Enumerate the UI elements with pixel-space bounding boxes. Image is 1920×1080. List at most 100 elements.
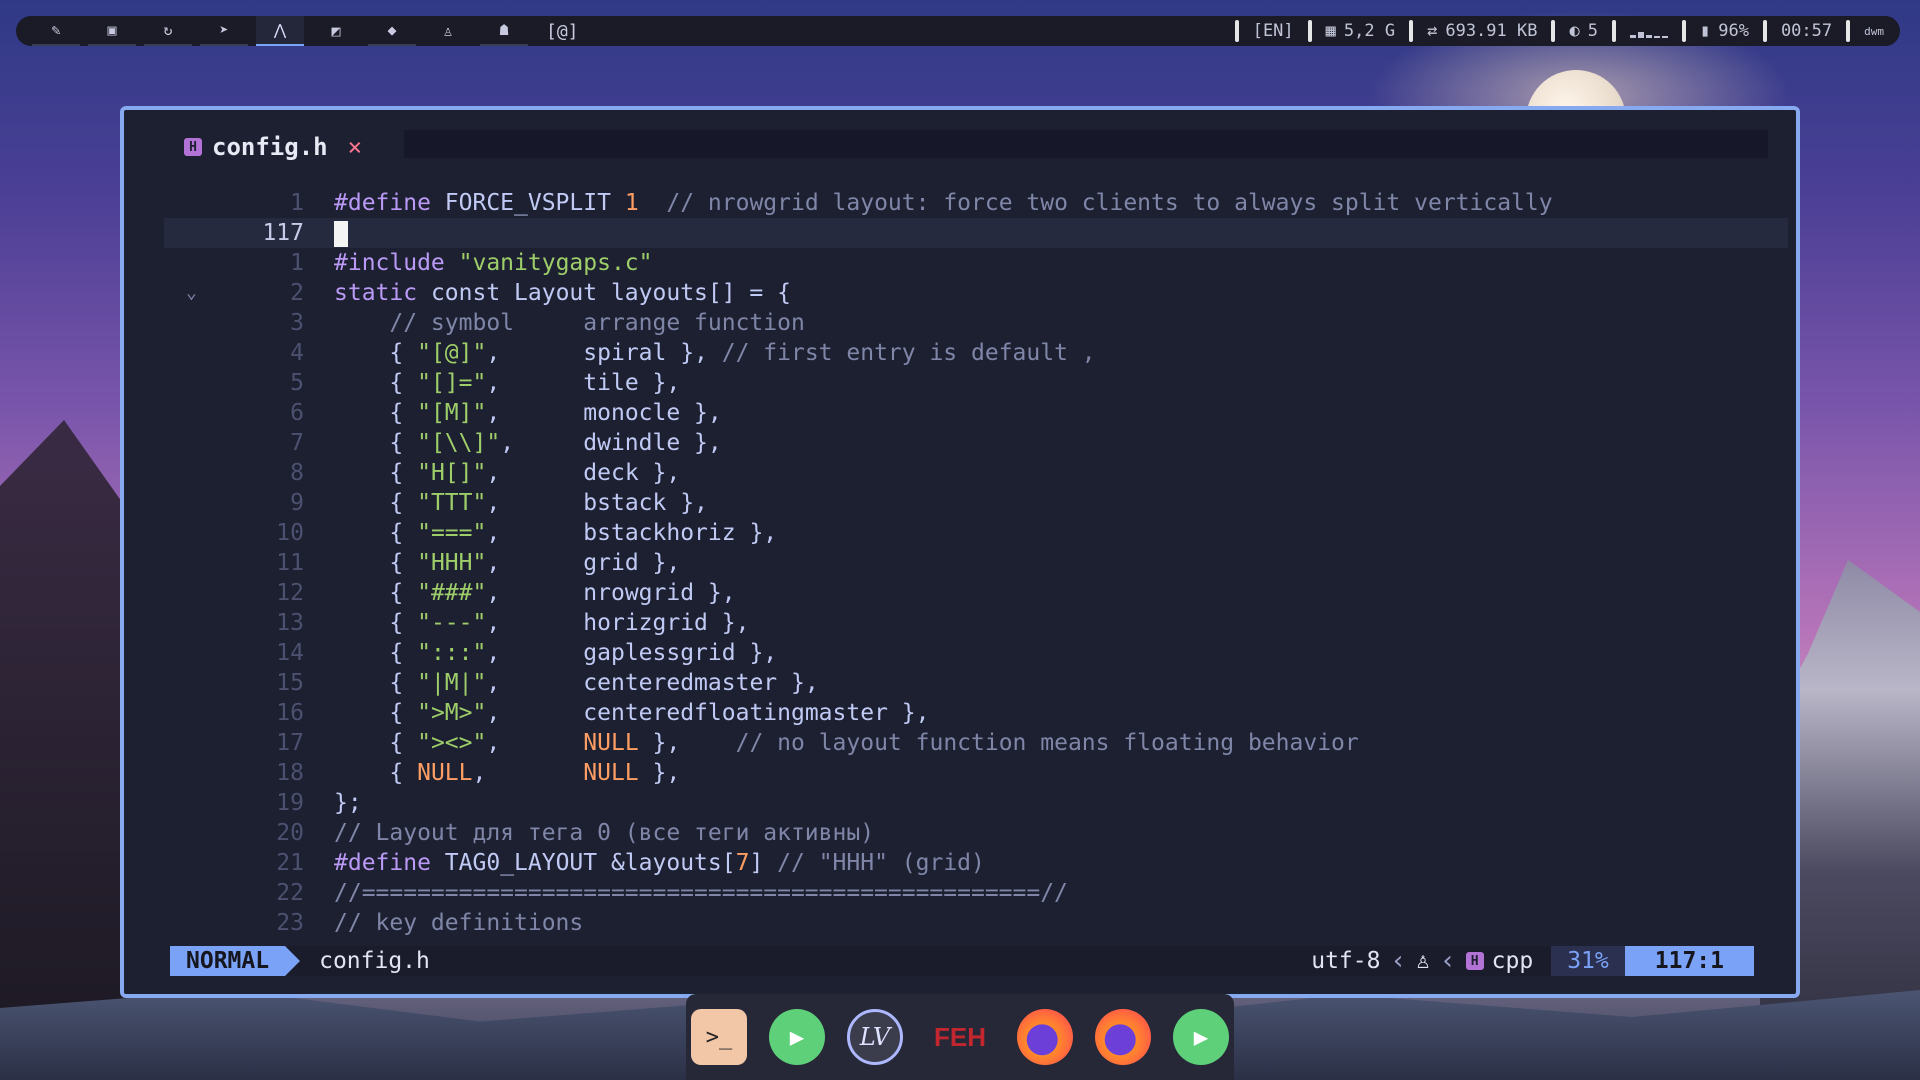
close-icon[interactable]: × [348, 133, 362, 161]
tag-2[interactable]: ▣ [88, 16, 136, 46]
code-line[interactable]: 18 { NULL, NULL }, [164, 758, 1788, 788]
line-number: 10 [276, 520, 304, 546]
line-text: #define FORCE_VSPLIT 1 // nrowgrid layou… [334, 190, 1553, 216]
git-icon: ◆ [387, 21, 397, 39]
line-number: 9 [290, 490, 304, 516]
line-text: { "[]=", tile }, [334, 370, 681, 396]
code-line[interactable]: 10 { "===", bstackhoriz }, [164, 518, 1788, 548]
tag-4[interactable]: ➤ [200, 16, 248, 46]
line-text: { ">M>", centeredfloatingmaster }, [334, 700, 930, 726]
line-number: 15 [276, 670, 304, 696]
top-bar: ✎ ▣ ↻ ➤ ⋀ ◩ ◆ ♙ ☗ [@] [EN] ▦ 5,2 G ⇄ 693.9… [16, 16, 1900, 46]
keyboard-layout[interactable]: [EN] [1253, 21, 1294, 41]
code-line[interactable]: 1 #include "vanitygaps.c" [164, 248, 1788, 278]
tag-9[interactable]: ☗ [480, 16, 528, 46]
line-text: // Layout для тега 0 (все теги активны) [334, 820, 875, 846]
code-line[interactable]: 14 { ":::", gaplessgrid }, [164, 638, 1788, 668]
dock-terminal[interactable]: >_ [691, 1009, 747, 1065]
line-text: }; [334, 790, 362, 816]
dwm-label: dwm [1864, 24, 1884, 38]
line-number: 1 [290, 250, 304, 276]
header-file-icon: H [184, 138, 202, 156]
line-text: // key definitions [334, 910, 584, 936]
line-text: { ":::", gaplessgrid }, [334, 640, 778, 666]
line-number: 5 [290, 370, 304, 396]
livewire-icon: LV [859, 1023, 891, 1051]
status-right: utf-8 ‹ ♙ ‹ H cpp 31% 117:1 [1311, 946, 1754, 976]
code-line[interactable]: 15 { "|M|", centeredmaster }, [164, 668, 1788, 698]
dock-firefox[interactable] [1017, 1009, 1073, 1065]
line-number: 14 [276, 640, 304, 666]
code-line[interactable]: 11 { "HHH", grid }, [164, 548, 1788, 578]
code-line[interactable]: 5 { "[]=", tile }, [164, 368, 1788, 398]
code-line[interactable]: 1 #define FORCE_VSPLIT 1 // nrowgrid layo… [164, 188, 1788, 218]
encoding: utf-8 [1311, 948, 1381, 974]
line-text: // symbol arrange function [389, 310, 805, 336]
code-line[interactable]: 13 { "---", horizgrid }, [164, 608, 1788, 638]
tab-config-h[interactable]: H config.h × [184, 130, 362, 164]
tag-6[interactable]: ◩ [312, 16, 360, 46]
fold-chevron-icon[interactable]: ⌄ [186, 278, 206, 308]
status-separator [1307, 20, 1312, 42]
network-widget: ⇄ 693.91 KB [1427, 21, 1538, 41]
filetype: cpp [1491, 948, 1534, 974]
code-line[interactable]: 6 { "[M]", monocle }, [164, 398, 1788, 428]
editor-window[interactable]: H config.h × 1 #define FORCE_VSPLIT 1 // … [120, 106, 1800, 998]
code-line[interactable]: 22 //====================================… [164, 878, 1788, 908]
feh-icon: FEH [934, 1021, 986, 1052]
line-text: { "><>", NULL }, // no layout function m… [334, 730, 1359, 756]
dock-firefox[interactable] [1095, 1009, 1151, 1065]
code-line[interactable]: 3 // symbol arrange function [164, 308, 1788, 338]
refresh-icon: ↻ [163, 21, 173, 39]
line-number: 20 [276, 820, 304, 846]
status-separator [1762, 20, 1767, 42]
scroll-percent: 31% [1551, 946, 1625, 976]
clock[interactable]: 00:57 [1781, 21, 1832, 41]
layout-symbol[interactable]: [@] [546, 21, 579, 42]
code-line[interactable]: 23 // key definitions [164, 908, 1788, 938]
dock-media-player[interactable]: ▶ [1173, 1009, 1229, 1065]
dock-feh[interactable]: FEH [925, 1009, 995, 1065]
code-line[interactable]: 20 // Layout для тега 0 (все теги активны… [164, 818, 1788, 848]
code-line[interactable]: 4 { "[@]", spiral }, // first entry is d… [164, 338, 1788, 368]
dock-livewire[interactable]: LV [847, 1009, 903, 1065]
line-number: 7 [290, 430, 304, 456]
code-line[interactable]: 17 { "><>", NULL }, // no layout functio… [164, 728, 1788, 758]
terminal-icon: >_ [705, 1024, 733, 1050]
code-line[interactable]: 19}; [164, 788, 1788, 818]
status-separator [1234, 20, 1239, 42]
status-separator [1551, 20, 1556, 42]
status-filename: config.h [319, 948, 430, 974]
code-line[interactable]: 9 { "TTT", bstack }, [164, 488, 1788, 518]
steam-icon: ☗ [499, 21, 509, 39]
line-number: 4 [290, 340, 304, 366]
line-text: static const Layout layouts[] = { [334, 280, 791, 306]
code-line[interactable]: 12 { "###", nrowgrid }, [164, 578, 1788, 608]
cursor-position: 117:1 [1624, 946, 1754, 976]
status-separator [1611, 20, 1616, 42]
telegram-icon: ➤ [219, 21, 229, 39]
tag-8[interactable]: ♙ [424, 16, 472, 46]
code-line[interactable]: 21 #define TAG0_LAYOUT &layouts[7] // "HH… [164, 848, 1788, 878]
line-number: 16 [276, 700, 304, 726]
updates-icon: ◐ [1569, 21, 1580, 41]
code-line[interactable]: 7 { "[\\]", dwindle }, [164, 428, 1788, 458]
code-line[interactable]: 117 [164, 218, 1788, 248]
line-text: { "[M]", monocle }, [334, 400, 722, 426]
tag-5[interactable]: ⋀ [256, 16, 304, 46]
tag-1[interactable]: ✎ [32, 16, 80, 46]
code-area[interactable]: 1 #define FORCE_VSPLIT 1 // nrowgrid layo… [164, 188, 1788, 944]
line-text: { NULL, NULL }, [334, 760, 681, 786]
tag-7[interactable]: ◆ [368, 16, 416, 46]
line-number: 11 [276, 550, 304, 576]
code-line[interactable]: 8 { "H[]", deck }, [164, 458, 1788, 488]
line-text: { "---", horizgrid }, [334, 610, 750, 636]
updates-widget[interactable]: ◐ 5 [1569, 21, 1598, 41]
tag-3[interactable]: ↻ [144, 16, 192, 46]
dock-media-player[interactable]: ▶ [769, 1009, 825, 1065]
code-line[interactable]: ⌄ 2 static const Layout layouts[] = { [164, 278, 1788, 308]
chevron-left-icon: ‹ [1440, 946, 1456, 976]
code-line[interactable]: 16 { ">M>", centeredfloatingmaster }, [164, 698, 1788, 728]
mode-indicator: NORMAL [170, 946, 301, 976]
tag-list: ✎ ▣ ↻ ➤ ⋀ ◩ ◆ ♙ ☗ [@] [32, 16, 579, 46]
